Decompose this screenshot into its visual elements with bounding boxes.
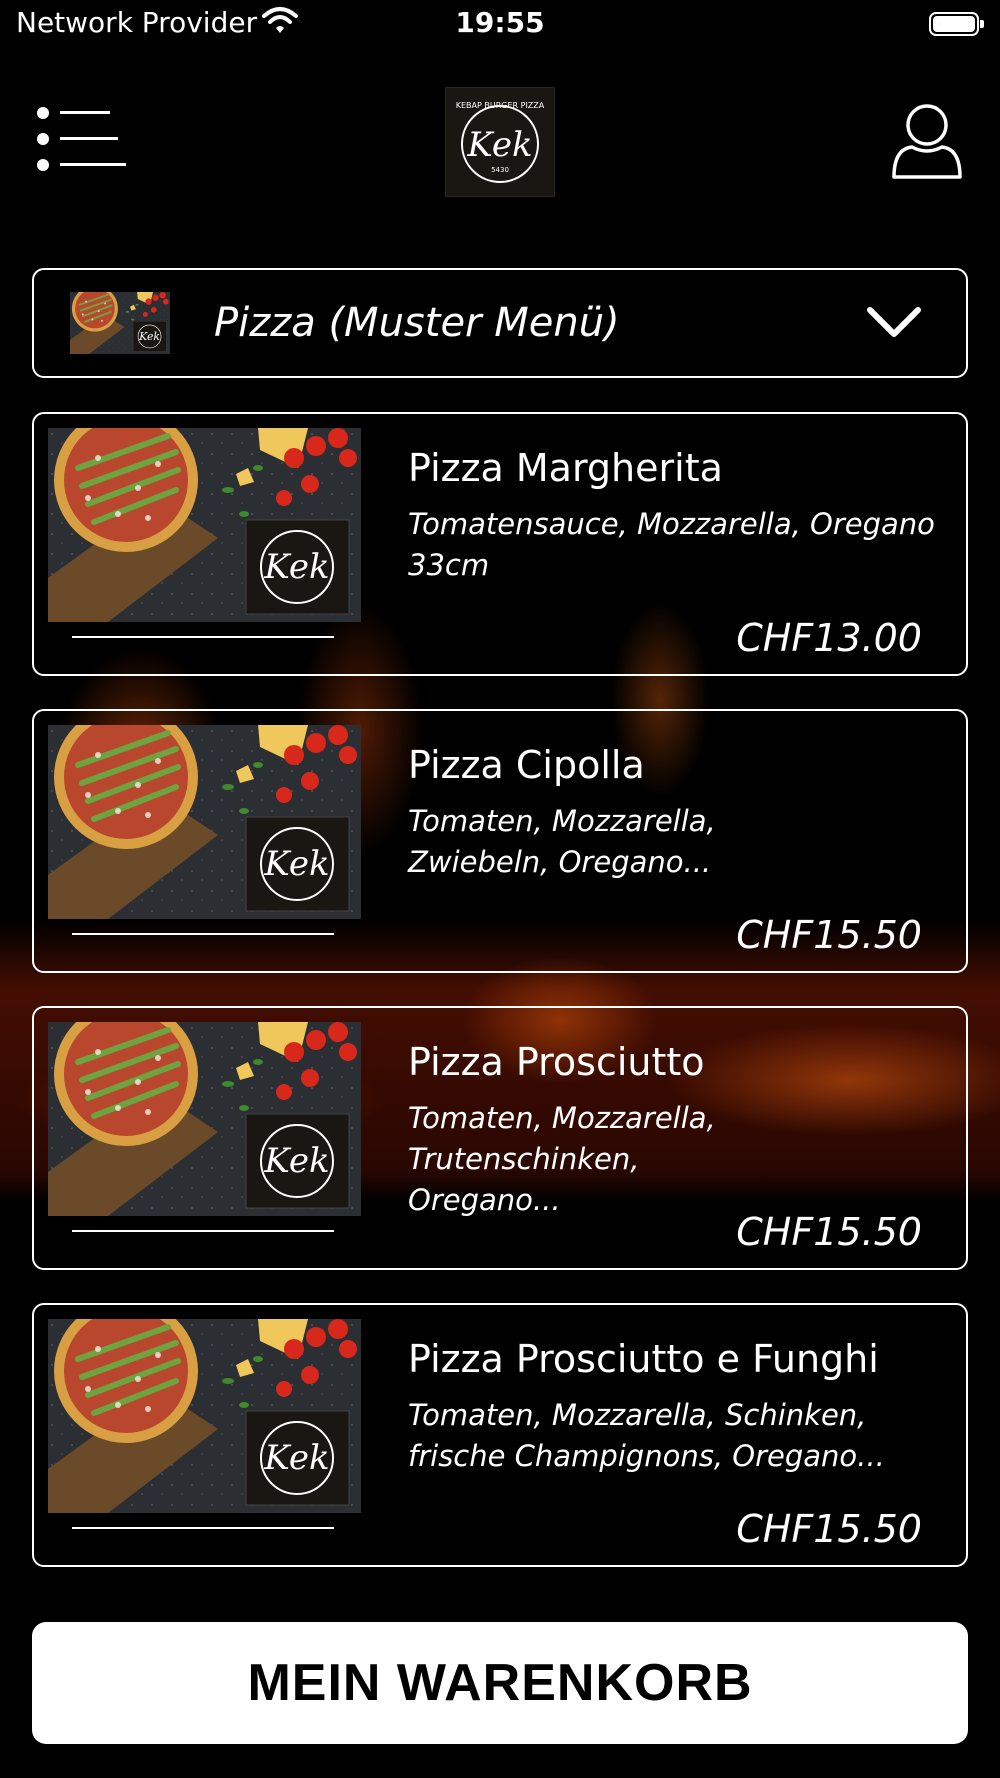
category-label: Pizza (Muster Menü): [214, 300, 620, 346]
image-divider: [72, 1230, 334, 1232]
product-card[interactable]: Pizza Prosciutto e Funghi Tomaten, Mozza…: [32, 1303, 968, 1567]
battery-icon: [929, 12, 984, 36]
product-price: CHF13.00: [736, 616, 922, 660]
product-description: Tomatensauce, Mozzarella, Oregano 33cm: [408, 507, 935, 582]
product-image: [48, 1319, 361, 1513]
image-divider: [72, 1527, 334, 1529]
image-divider: [72, 933, 334, 935]
restaurant-logo[interactable]: KEBAP BURGER PIZZA Kek 5430: [445, 87, 555, 197]
product-title: Pizza Cipolla: [408, 743, 645, 787]
logo-text-main: Kek: [466, 125, 532, 165]
cart-button[interactable]: MEIN WARENKORB: [32, 1622, 968, 1744]
chevron-down-icon: [867, 307, 921, 337]
product-title: Pizza Prosciutto e Funghi: [408, 1337, 879, 1381]
image-divider: [72, 636, 334, 638]
logo-text-bottom: 5430: [491, 166, 509, 174]
product-title: Pizza Prosciutto: [408, 1040, 705, 1084]
menu-list-icon[interactable]: [36, 106, 128, 172]
product-card[interactable]: Pizza Cipolla Tomaten, Mozzarella, Zwieb…: [32, 709, 968, 973]
category-dropdown[interactable]: Pizza (Muster Menü): [32, 268, 968, 378]
product-price: CHF15.50: [736, 1210, 922, 1254]
product-image: [48, 725, 361, 919]
user-icon[interactable]: [890, 103, 964, 181]
product-image: [48, 1022, 361, 1216]
product-description: Tomaten, Mozzarella, Schinken, frische C…: [408, 1398, 885, 1473]
product-image: [48, 428, 361, 622]
logo-image: KEBAP BURGER PIZZA Kek 5430: [456, 101, 545, 183]
category-thumbnail: [70, 292, 170, 354]
product-description: Tomaten, Mozzarella, Zwiebeln, Oregano..…: [408, 804, 716, 879]
product-card[interactable]: Pizza Margherita Tomatensauce, Mozzarell…: [32, 412, 968, 676]
product-title: Pizza Margherita: [408, 446, 723, 490]
product-card[interactable]: Pizza Prosciutto Tomaten, Mozzarella, Tr…: [32, 1006, 968, 1270]
logo-text-top: KEBAP BURGER PIZZA: [456, 101, 545, 110]
product-description: Tomaten, Mozzarella, Trutenschinken, Ore…: [408, 1101, 716, 1217]
product-price: CHF15.50: [736, 913, 922, 957]
clock: 19:55: [455, 6, 545, 39]
status-bar: Network Provider 19:55: [0, 0, 1000, 50]
product-price: CHF15.50: [736, 1507, 922, 1551]
